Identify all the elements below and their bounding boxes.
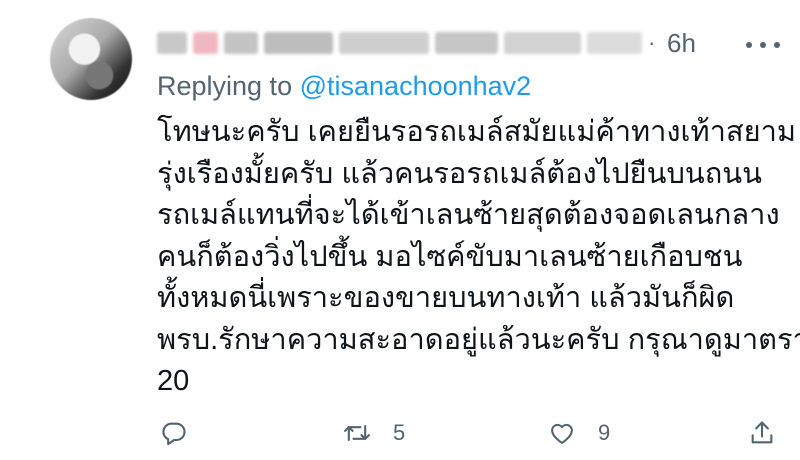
retweet-count: 5 (393, 420, 406, 445)
tweet-time[interactable]: 6h (667, 28, 696, 59)
tweet-text-line: รุ่งเรืองมั้ยครับ แล้วคนรอรถเมล์ต้องไปยื… (157, 157, 762, 190)
heart-icon (551, 423, 573, 444)
tweet-text-line: ทั้งหมดนี่เพราะของขายบนทางเท้า แล้วมันก็… (157, 282, 735, 314)
tweet-text-line: พรบ.รักษาความสะอาดอยู่แล้วนะครับ กรุณาดู… (157, 323, 800, 356)
separator-dot: · (648, 30, 656, 55)
reply-icon (162, 422, 186, 446)
blurred-author-name[interactable] (157, 26, 642, 60)
share-button[interactable] (748, 418, 776, 448)
tweet-text-line: คนก็ต้องวิ่งไปขึ้น มอไซค์ขับมาเลนซ้ายเกื… (157, 240, 743, 273)
share-icon (751, 421, 773, 444)
tweet-text-line: รถเมล์แทนที่จะได้เข้าเลนซ้ายสุดต้องจอดเล… (157, 199, 780, 231)
retweet-button[interactable]: 5 (343, 418, 405, 448)
retweet-icon (344, 424, 370, 442)
reply-handle-link[interactable]: @tisanachoonhav2 (300, 71, 532, 101)
replying-to-label: Replying to (157, 71, 293, 101)
like-count: 9 (598, 420, 611, 445)
tweet-text: โทษนะครับ เคยยืนรอรถเมล์สมัยแม่ค้าทางเท้… (157, 112, 800, 403)
tweet-text-line: 20 (157, 365, 190, 397)
tweet-text-line: โทษนะครับ เคยยืนรอรถเมล์สมัยแม่ค้าทางเท้… (157, 116, 796, 148)
reply-button[interactable] (160, 418, 188, 448)
like-button[interactable]: 9 (548, 418, 610, 448)
replying-to: Replying to @tisanachoonhav2 (157, 71, 531, 102)
tweet-card: · 6h Replying to @tisanachoonhav2 โทษนะค… (0, 0, 800, 460)
avatar[interactable] (50, 18, 132, 100)
more-options-icon[interactable] (746, 42, 780, 50)
